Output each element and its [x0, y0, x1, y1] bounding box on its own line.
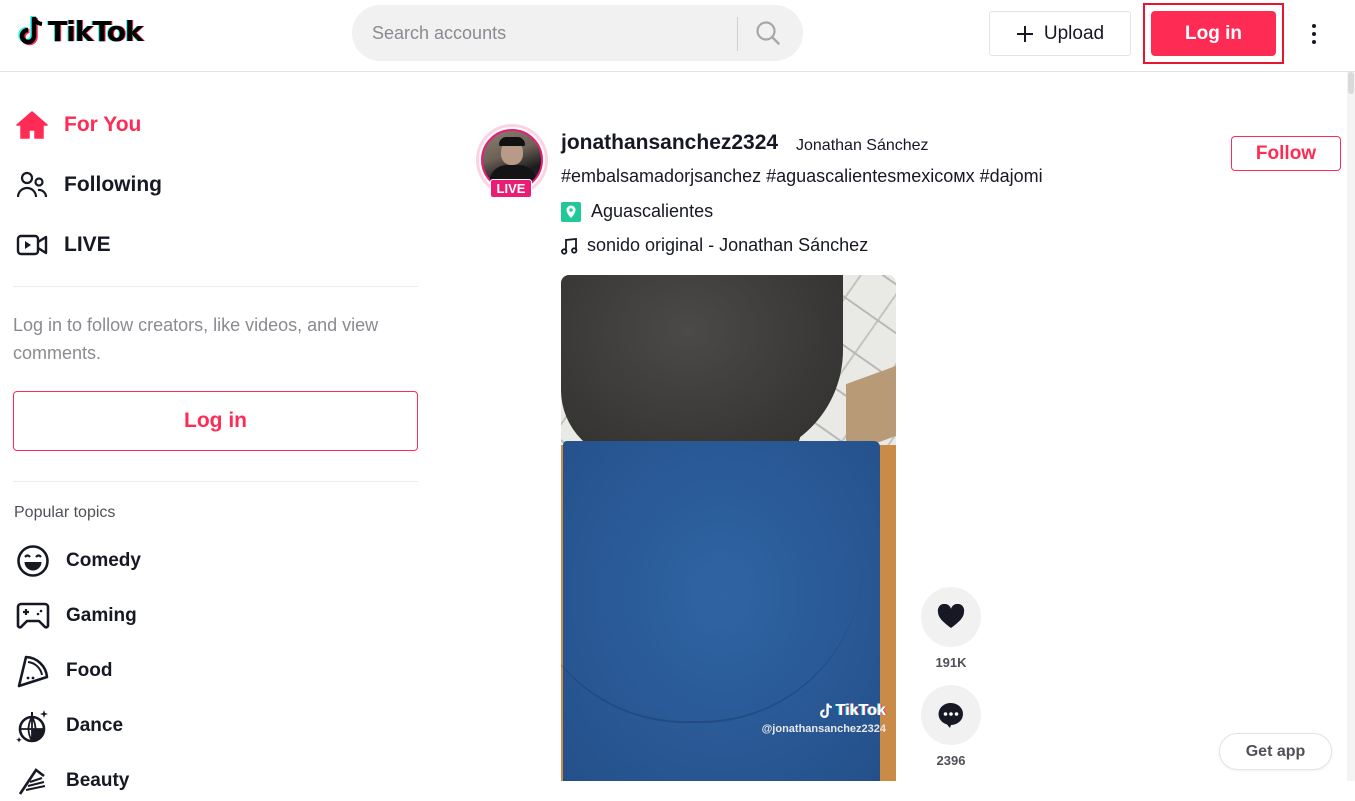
watermark-logo-text: TikTok	[835, 702, 886, 719]
topic-dance[interactable]: Dance	[14, 706, 123, 746]
sidebar-divider	[13, 481, 418, 482]
like-action: 191K	[921, 587, 981, 670]
popular-topics-heading: Popular topics	[14, 504, 116, 521]
comment-button[interactable]	[921, 685, 981, 745]
topic-comedy[interactable]: Comedy	[14, 541, 141, 581]
get-app-button[interactable]: Get app	[1219, 733, 1332, 770]
more-dot-icon	[1312, 24, 1316, 28]
creator-username[interactable]: jonathansanchez2324	[561, 131, 778, 155]
more-dot-icon	[1312, 32, 1316, 36]
disco-ball-icon	[14, 707, 52, 745]
follow-button[interactable]: Follow	[1231, 136, 1341, 171]
top-header: TikTok Upload Log in	[0, 0, 1355, 72]
topic-food[interactable]: Food	[14, 651, 112, 691]
sidebar-item-label: Following	[64, 173, 162, 196]
comment-bubble-icon	[938, 702, 963, 728]
laughing-face-icon	[14, 542, 52, 580]
location-label: Aguascalientes	[591, 201, 714, 221]
topic-label: Dance	[66, 715, 124, 736]
gamepad-icon	[14, 597, 52, 635]
comment-count: 2396	[936, 753, 966, 768]
hashtag-link[interactable]: #dajomi	[980, 166, 1043, 186]
search-icon	[756, 21, 780, 45]
sidebar-divider	[13, 286, 418, 287]
plus-icon	[1016, 25, 1033, 42]
login-hint-text: Log in to follow creators, like videos, …	[13, 315, 379, 363]
topic-label: Gaming	[66, 605, 137, 626]
tiktok-logo[interactable]: TikTok	[18, 14, 144, 48]
upload-button[interactable]: Upload	[989, 11, 1131, 56]
more-options-button[interactable]	[1302, 18, 1326, 50]
sidebar-item-live[interactable]: LIVE	[14, 225, 111, 265]
creator-display-name: Jonathan Sánchez	[796, 137, 929, 154]
music-link[interactable]: sonido original - Jonathan Sánchez	[561, 235, 868, 256]
sidebar-item-label: LIVE	[64, 233, 111, 256]
location-pin-icon	[561, 201, 581, 222]
sidebar: For You Following LIVE Log in to follow …	[0, 72, 430, 795]
topic-label: Comedy	[66, 550, 141, 571]
live-video-icon	[14, 227, 50, 263]
music-note-icon	[561, 237, 578, 255]
search-divider	[737, 17, 738, 51]
hashtag-link[interactable]: #aguascalientesmexicoмх	[766, 166, 975, 186]
search-button[interactable]	[747, 13, 789, 53]
music-label: sonido original - Jonathan Sánchez	[587, 235, 869, 255]
tiktok-note-icon	[819, 703, 832, 718]
more-dot-icon	[1312, 40, 1316, 44]
topic-label: Food	[66, 660, 113, 681]
topic-beauty[interactable]: Beauty	[14, 761, 129, 801]
video-player[interactable]: TikTok @jonathansanchez2324	[561, 275, 896, 781]
search-bar	[352, 5, 803, 61]
heart-icon	[937, 604, 965, 628]
comb-icon	[14, 762, 52, 800]
upload-label: Upload	[1043, 22, 1105, 44]
page-scrollbar[interactable]	[1347, 72, 1355, 781]
video-watermark: TikTok @jonathansanchez2324	[762, 702, 886, 735]
sidebar-login-button[interactable]: Log in	[13, 391, 418, 451]
video-frame-dog	[561, 275, 843, 460]
sidebar-item-following[interactable]: Following	[14, 165, 162, 205]
topic-gaming[interactable]: Gaming	[14, 596, 137, 636]
logo-text: TikTok	[48, 14, 144, 48]
sidebar-item-label: For You	[64, 113, 142, 136]
home-icon	[14, 107, 50, 143]
hashtag-link[interactable]: #embalsamadorjsanchez	[561, 166, 761, 186]
pizza-slice-icon	[14, 652, 52, 690]
comment-action: 2396	[921, 685, 981, 768]
sidebar-item-for-you[interactable]: For You	[14, 105, 141, 145]
users-icon	[14, 167, 50, 203]
topic-label: Beauty	[66, 770, 130, 791]
post-hashtags: #embalsamadorjsanchez #aguascalientesmexi…	[561, 166, 1048, 187]
like-count: 191K	[935, 655, 967, 670]
scrollbar-thumb[interactable]	[1348, 72, 1354, 94]
location-tag[interactable]: Aguascalientes	[561, 201, 713, 222]
like-button[interactable]	[921, 587, 981, 647]
header-login-button[interactable]: Log in	[1151, 11, 1276, 56]
tiktok-note-icon	[18, 16, 43, 46]
search-input[interactable]	[372, 5, 732, 61]
live-badge: LIVE	[490, 179, 532, 198]
watermark-username: @jonathansanchez2324	[761, 723, 886, 735]
